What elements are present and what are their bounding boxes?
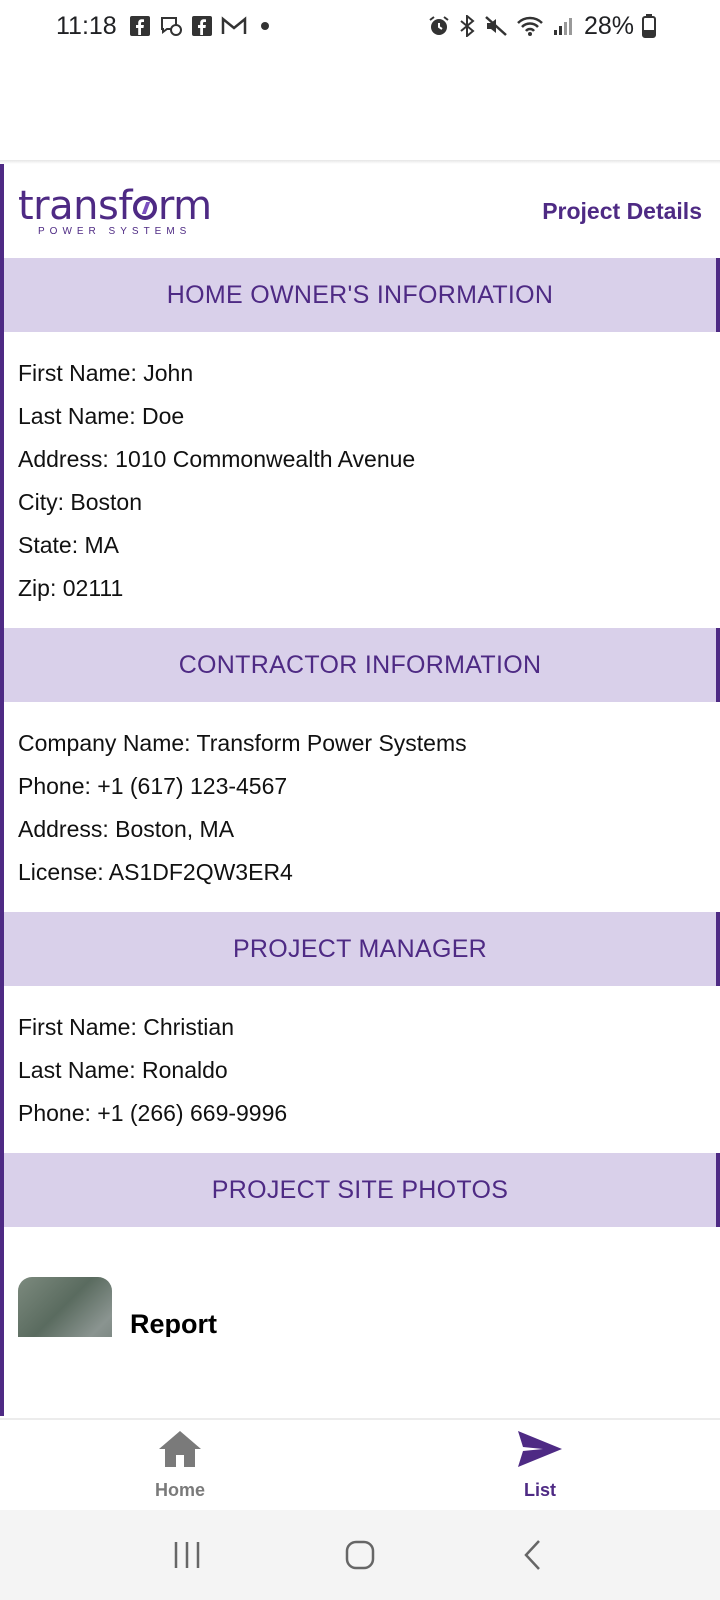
logo-text-part-2: rm bbox=[157, 182, 212, 229]
logo-wordmark: transf rm bbox=[18, 186, 212, 226]
facebook-icon bbox=[129, 15, 151, 37]
photo-label: Report bbox=[130, 1308, 217, 1338]
home-circle-icon bbox=[345, 1540, 375, 1570]
owner-last-name: Last Name: Doe bbox=[18, 403, 185, 429]
logo-power-icon bbox=[132, 195, 157, 220]
recents-icon bbox=[174, 1542, 199, 1568]
status-left: 11:18 bbox=[56, 12, 269, 41]
battery-icon bbox=[642, 14, 656, 38]
wifi-icon bbox=[516, 15, 544, 37]
messenger-icon bbox=[159, 15, 183, 37]
mute-icon bbox=[484, 15, 508, 37]
bluetooth-icon bbox=[458, 15, 476, 37]
back-chevron-icon bbox=[524, 1540, 541, 1570]
send-icon bbox=[516, 1429, 564, 1474]
owner-city: City: Boston bbox=[18, 489, 142, 515]
photo-thumbnail[interactable] bbox=[18, 1277, 112, 1337]
battery-text: 28% bbox=[583, 11, 634, 40]
signal-icon bbox=[552, 15, 574, 37]
owner-zip: Zip: 02111 bbox=[18, 575, 124, 601]
owner-address: Address: 1010 Commonwealth Avenue bbox=[18, 446, 416, 472]
logo-subtitle: POWER SYSTEMS bbox=[38, 225, 192, 237]
nav-list-label: List bbox=[523, 1480, 556, 1500]
nav-list[interactable]: List bbox=[360, 1420, 720, 1510]
manager-last-name: Last Name: Ronaldo bbox=[18, 1057, 228, 1083]
transform-logo[interactable]: transf rm POWER SYSTEMS bbox=[18, 186, 212, 237]
home-icon bbox=[157, 1429, 203, 1474]
section-header-site-photos: PROJECT SITE PHOTOS bbox=[4, 1153, 720, 1227]
contractor-info: Company Name: Transform Power Systems Ph… bbox=[4, 702, 720, 912]
page-title: Project Details bbox=[542, 197, 702, 224]
back-button[interactable] bbox=[503, 1530, 563, 1580]
manager-first-name: First Name: Christian bbox=[18, 1014, 234, 1040]
status-right: 28% bbox=[428, 12, 656, 41]
contractor-company: Company Name: Transform Power Systems bbox=[18, 730, 467, 756]
recents-button[interactable] bbox=[157, 1530, 217, 1580]
gmail-icon bbox=[221, 16, 247, 36]
owner-first-name: First Name: John bbox=[18, 360, 194, 386]
home-owner-info: First Name: John Last Name: Doe Address:… bbox=[4, 332, 720, 628]
status-bar: 11:18 28% bbox=[0, 0, 720, 52]
project-manager-info: First Name: Christian Last Name: Ronaldo… bbox=[4, 986, 720, 1153]
owner-state: State: MA bbox=[18, 532, 119, 558]
dot-icon bbox=[260, 22, 269, 30]
photo-list-item[interactable]: Report bbox=[4, 1227, 720, 1337]
contractor-address: Address: Boston, MA bbox=[18, 816, 235, 842]
app-header: transf rm POWER SYSTEMS Project Details bbox=[4, 164, 720, 258]
manager-phone: Phone: +1 (266) 669-9996 bbox=[18, 1100, 288, 1126]
nav-home[interactable]: Home bbox=[0, 1420, 360, 1510]
status-time: 11:18 bbox=[56, 11, 117, 40]
contractor-phone: Phone: +1 (617) 123-4567 bbox=[18, 773, 288, 799]
nav-home-label: Home bbox=[154, 1480, 205, 1500]
alarm-icon bbox=[428, 15, 450, 37]
system-navigation-bar bbox=[0, 1510, 720, 1600]
bottom-navigation: Home List bbox=[0, 1418, 720, 1510]
facebook-icon bbox=[191, 15, 213, 37]
section-header-project-manager: PROJECT MANAGER bbox=[4, 912, 720, 986]
section-header-home-owner: HOME OWNER'S INFORMATION bbox=[4, 258, 720, 332]
home-system-button[interactable] bbox=[330, 1530, 390, 1580]
project-details-screen: transf rm POWER SYSTEMS Project Details … bbox=[0, 164, 720, 1416]
section-header-contractor: CONTRACTOR INFORMATION bbox=[4, 628, 720, 702]
contractor-license: License: AS1DF2QW3ER4 bbox=[18, 859, 293, 885]
logo-text-part-1: transf bbox=[18, 182, 132, 229]
